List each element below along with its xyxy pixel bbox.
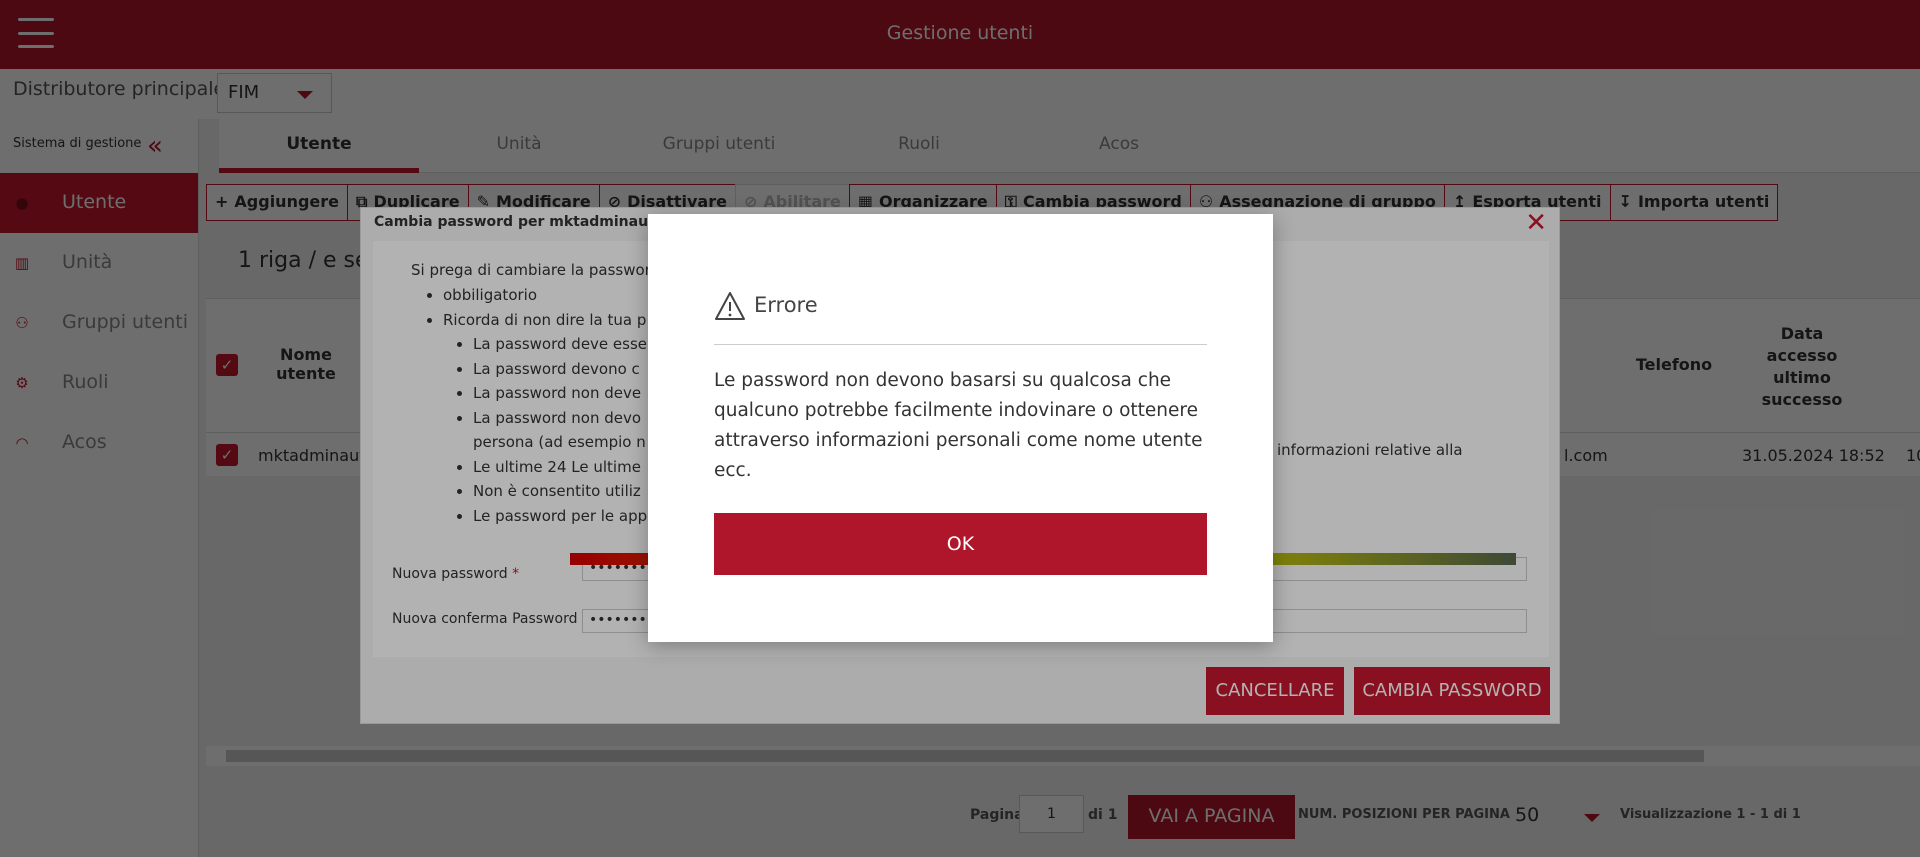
warning-icon xyxy=(715,292,745,320)
error-title: Errore xyxy=(754,293,818,317)
divider xyxy=(714,344,1207,345)
error-message: Le password non devono basarsi su qualco… xyxy=(714,370,1203,481)
ok-button[interactable]: OK xyxy=(714,513,1207,575)
error-modal: Errore Le password non devono basarsi su… xyxy=(648,214,1273,642)
